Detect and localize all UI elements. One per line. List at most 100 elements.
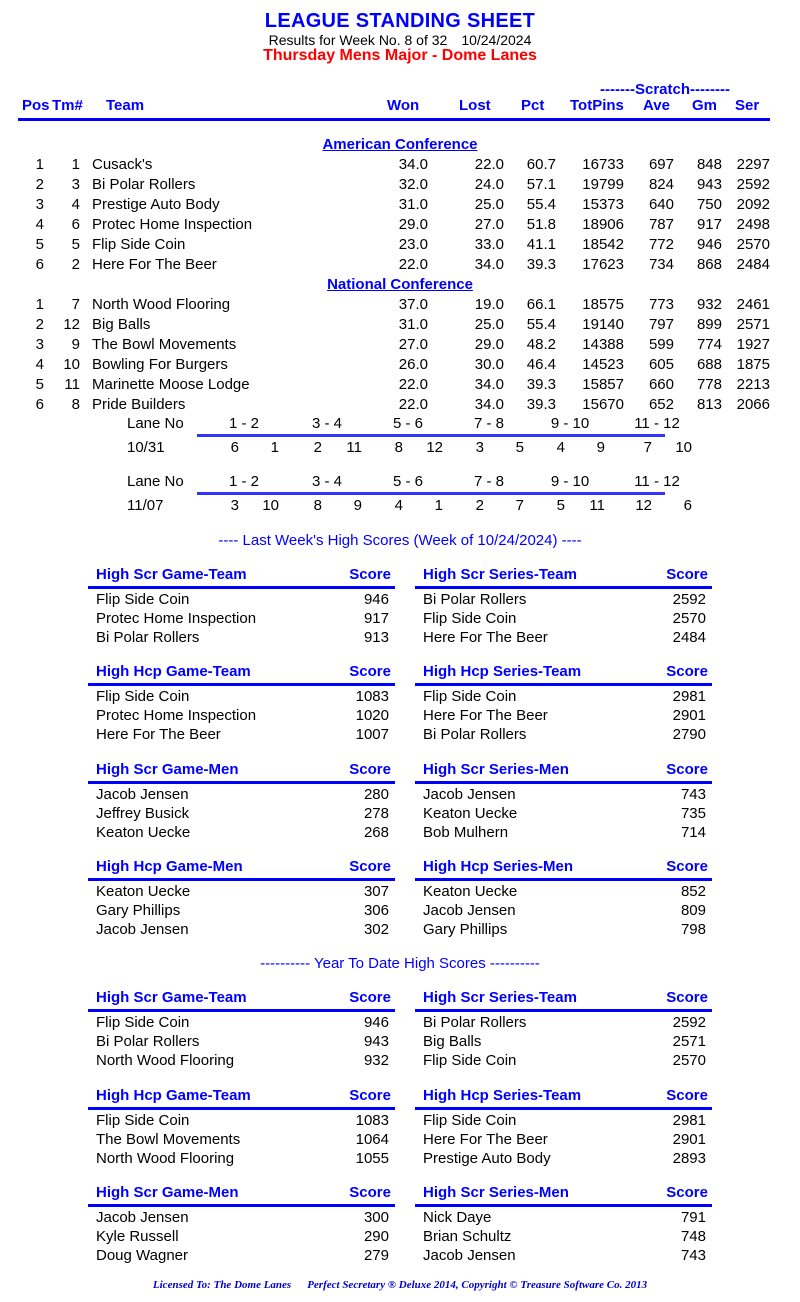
score-table-title: High Scr Series-Team (423, 989, 577, 1006)
score-table-row: Flip Side Coin 946 (88, 1014, 395, 1033)
table-row: 4 10 Bowling For Burgers 26.0 30.0 46.4 14523 6… (0, 356, 800, 374)
lane-team-number: 2 (475, 497, 484, 514)
score-entry-value: 798 (680, 921, 706, 938)
score-table-row: Here For The Beer 1007 (88, 726, 395, 745)
score-table-divider (415, 781, 712, 784)
standings-cell-pct: 55.4 (526, 316, 556, 333)
table-row: 3 4 Prestige Auto Body 31.0 25.0 55.4 15373 640… (0, 196, 800, 214)
score-entry-value: 943 (363, 1033, 389, 1050)
standings-cell-pct: 51.8 (526, 216, 556, 233)
score-entry-value: 932 (363, 1052, 389, 1069)
standings-cell-tm: 6 (71, 216, 80, 233)
score-entry-name: Flip Side Coin (96, 1014, 190, 1031)
score-entry-value: 743 (680, 1247, 706, 1264)
standings-cell-tm: 7 (71, 296, 80, 313)
standings-cell-ave: 652 (648, 396, 674, 413)
score-table-score-label: Score (666, 566, 708, 583)
score-table-row: Nick Daye 791 (415, 1209, 712, 1228)
standings-cell-team: Cusack's (92, 156, 153, 173)
score-table-row: Here For The Beer 2901 (415, 707, 712, 726)
standings-cell-gm: 750 (696, 196, 722, 213)
score-entry-value: 809 (680, 902, 706, 919)
standings-cell-pos: 5 (35, 236, 44, 253)
standings-cell-won: 37.0 (398, 296, 428, 313)
standings-cell-won: 22.0 (398, 256, 428, 273)
lane-pair-label: 3 - 4 (311, 415, 342, 432)
league-name: Thursday Mens Major - Dome Lanes (263, 47, 537, 64)
lane-team-number: 4 (394, 497, 403, 514)
score-entry-value: 1055 (355, 1150, 389, 1167)
score-table-row: North Wood Flooring 1055 (88, 1150, 395, 1169)
table-row: 3 9 The Bowl Movements 27.0 29.0 48.2 14388 599… (0, 336, 800, 354)
standings-cell-ave: 772 (648, 236, 674, 253)
score-table-title: High Scr Game-Team (96, 566, 247, 583)
lane-team-number: 5 (515, 439, 524, 456)
score-entry-name: Gary Phillips (96, 902, 181, 919)
standings-cell-totpins: 15670 (582, 396, 624, 413)
column-header-tm: Tm# (52, 97, 83, 114)
score-table-divider (88, 1204, 395, 1207)
standings-cell-ser: 2592 (736, 176, 770, 193)
score-table-divider (415, 1107, 712, 1110)
standings-cell-lost: 34.0 (474, 376, 504, 393)
standings-cell-lost: 27.0 (474, 216, 504, 233)
standings-cell-pos: 5 (35, 376, 44, 393)
lane-pair-label: 11 - 12 (634, 473, 680, 490)
lane-team-number: 12 (635, 497, 652, 514)
standings-cell-tm: 12 (63, 316, 80, 333)
lane-team-number: 10 (675, 439, 692, 456)
standings-cell-pos: 4 (35, 216, 44, 233)
lane-team-number: 7 (643, 439, 652, 456)
score-table-divider (88, 586, 395, 589)
standings-cell-won: 32.0 (398, 176, 428, 193)
column-header-pos: Pos (22, 97, 50, 114)
score-table-row: Bob Mulhern 714 (415, 824, 712, 843)
score-table-score-label: Score (666, 1087, 708, 1104)
score-table-title: High Hcp Series-Team (423, 1087, 582, 1104)
lane-schedule-date: 10/31 (127, 439, 165, 456)
standings-cell-ser: 2297 (736, 156, 770, 173)
score-table-header: High Hcp Game-Team Score (88, 663, 395, 683)
standings-cell-totpins: 18575 (582, 296, 624, 313)
score-table-row: Keaton Uecke 852 (415, 883, 712, 902)
score-table-row: Bi Polar Rollers 2790 (415, 726, 712, 745)
page-title: LEAGUE STANDING SHEET (264, 10, 536, 32)
standings-cell-ser: 1927 (736, 336, 770, 353)
score-entry-value: 300 (363, 1209, 389, 1226)
score-table-row: Jacob Jensen 809 (415, 902, 712, 921)
score-entry-value: 1064 (355, 1131, 389, 1148)
score-entry-name: Jacob Jensen (96, 921, 189, 938)
score-entry-name: Bi Polar Rollers (423, 1014, 527, 1031)
score-table-row: Flip Side Coin 2570 (415, 1052, 712, 1071)
score-table-divider (415, 878, 712, 881)
score-entry-value: 2893 (672, 1150, 706, 1167)
standings-cell-gm: 946 (696, 236, 722, 253)
table-row: 1 1 Cusack's 34.0 22.0 60.7 16733 697 848 2297 (0, 156, 800, 174)
score-entry-name: Here For The Beer (423, 629, 548, 646)
standings-cell-pos: 3 (35, 196, 44, 213)
standings-cell-tm: 4 (71, 196, 80, 213)
standings-cell-lost: 33.0 (474, 236, 504, 253)
standings-cell-won: 31.0 (398, 316, 428, 333)
score-entry-name: Keaton Uecke (96, 883, 191, 900)
standings-cell-team: Bowling For Burgers (92, 356, 228, 373)
standings-cell-pos: 2 (35, 316, 44, 333)
lane-team-number: 3 (230, 497, 239, 514)
score-table-score-label: Score (349, 1184, 391, 1201)
score-entry-name: Flip Side Coin (96, 1112, 190, 1129)
conference-title: National Conference (327, 276, 473, 293)
standings-cell-lost: 30.0 (474, 356, 504, 373)
score-entry-value: 2484 (672, 629, 706, 646)
score-table-row: Flip Side Coin 2981 (415, 1112, 712, 1131)
score-table-header: High Hcp Game-Team Score (88, 1087, 395, 1107)
standings-cell-tm: 11 (64, 376, 80, 393)
standings-cell-pos: 1 (35, 296, 44, 313)
lane-no-label: Lane No (127, 473, 184, 490)
score-table-header: High Scr Game-Men Score (88, 1184, 395, 1204)
score-entry-value: 1007 (355, 726, 389, 743)
standings-cell-team: Pride Builders (92, 396, 186, 413)
lane-team-number: 8 (394, 439, 403, 456)
score-entry-name: Bob Mulhern (423, 824, 509, 841)
standings-cell-team: North Wood Flooring (92, 296, 231, 313)
score-table-row: The Bowl Movements 1064 (88, 1131, 395, 1150)
